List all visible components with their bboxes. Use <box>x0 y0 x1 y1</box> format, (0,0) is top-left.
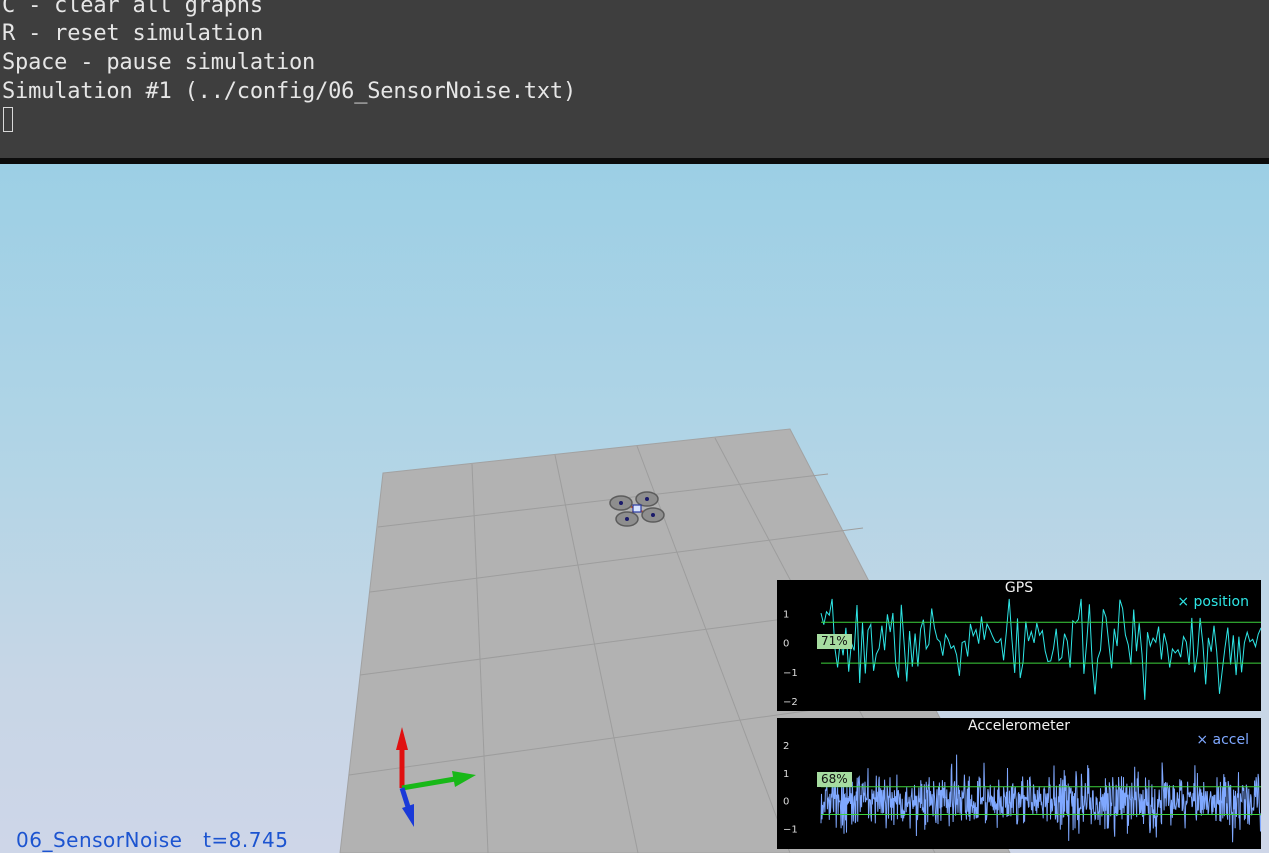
accelerometer-ytick-label: −1 <box>783 824 798 835</box>
scenario-name: 06_SensorNoise <box>16 828 183 852</box>
accelerometer-ytick-label: 0 <box>783 797 789 808</box>
sim-time: t=8.745 <box>203 828 289 852</box>
status-bar: 06_SensorNoise t=8.745 <box>16 828 288 852</box>
terminal-line-pause-simulation: Space - pause simulation <box>2 50 316 75</box>
terminal-line-simulation-config: Simulation #1 (../config/06_SensorNoise.… <box>2 79 576 104</box>
gps-ytick-label: 0 <box>783 639 789 650</box>
accelerometer-ytick-label: 1 <box>783 769 789 780</box>
gps-legend[interactable]: × position <box>1177 594 1249 610</box>
quadcopter[interactable] <box>609 491 665 527</box>
accelerometer-series-line <box>820 754 1261 843</box>
terminal-line-reset-simulation: R - reset simulation <box>2 21 263 46</box>
gps-series-line <box>820 598 1261 700</box>
gps-ytick-label: −1 <box>783 668 798 679</box>
accelerometer-graph-title: Accelerometer <box>968 718 1070 734</box>
terminal-line-clear-graphs: C - clear all graphs <box>2 0 263 18</box>
accelerometer-graph[interactable]: 2 1 0 −1 Accelerometer × accel 68% <box>777 718 1261 849</box>
accelerometer-legend[interactable]: × accel <box>1196 732 1249 748</box>
simulator-window: C - clear all graphs R - reset simulatio… <box>0 0 1269 853</box>
accelerometer-ytick-label: 2 <box>783 741 789 752</box>
gps-ytick-label: 1 <box>783 610 789 621</box>
gps-ytick-label: −2 <box>783 697 798 708</box>
terminal-panel[interactable]: C - clear all graphs R - reset simulatio… <box>0 0 1269 158</box>
accelerometer-percent-badge: 68% <box>817 772 852 787</box>
gps-percent-badge: 71% <box>817 634 852 649</box>
gps-graph[interactable]: 1 0 −1 −2 GPS × position 71% <box>777 580 1261 711</box>
terminal-cursor[interactable] <box>3 107 13 132</box>
